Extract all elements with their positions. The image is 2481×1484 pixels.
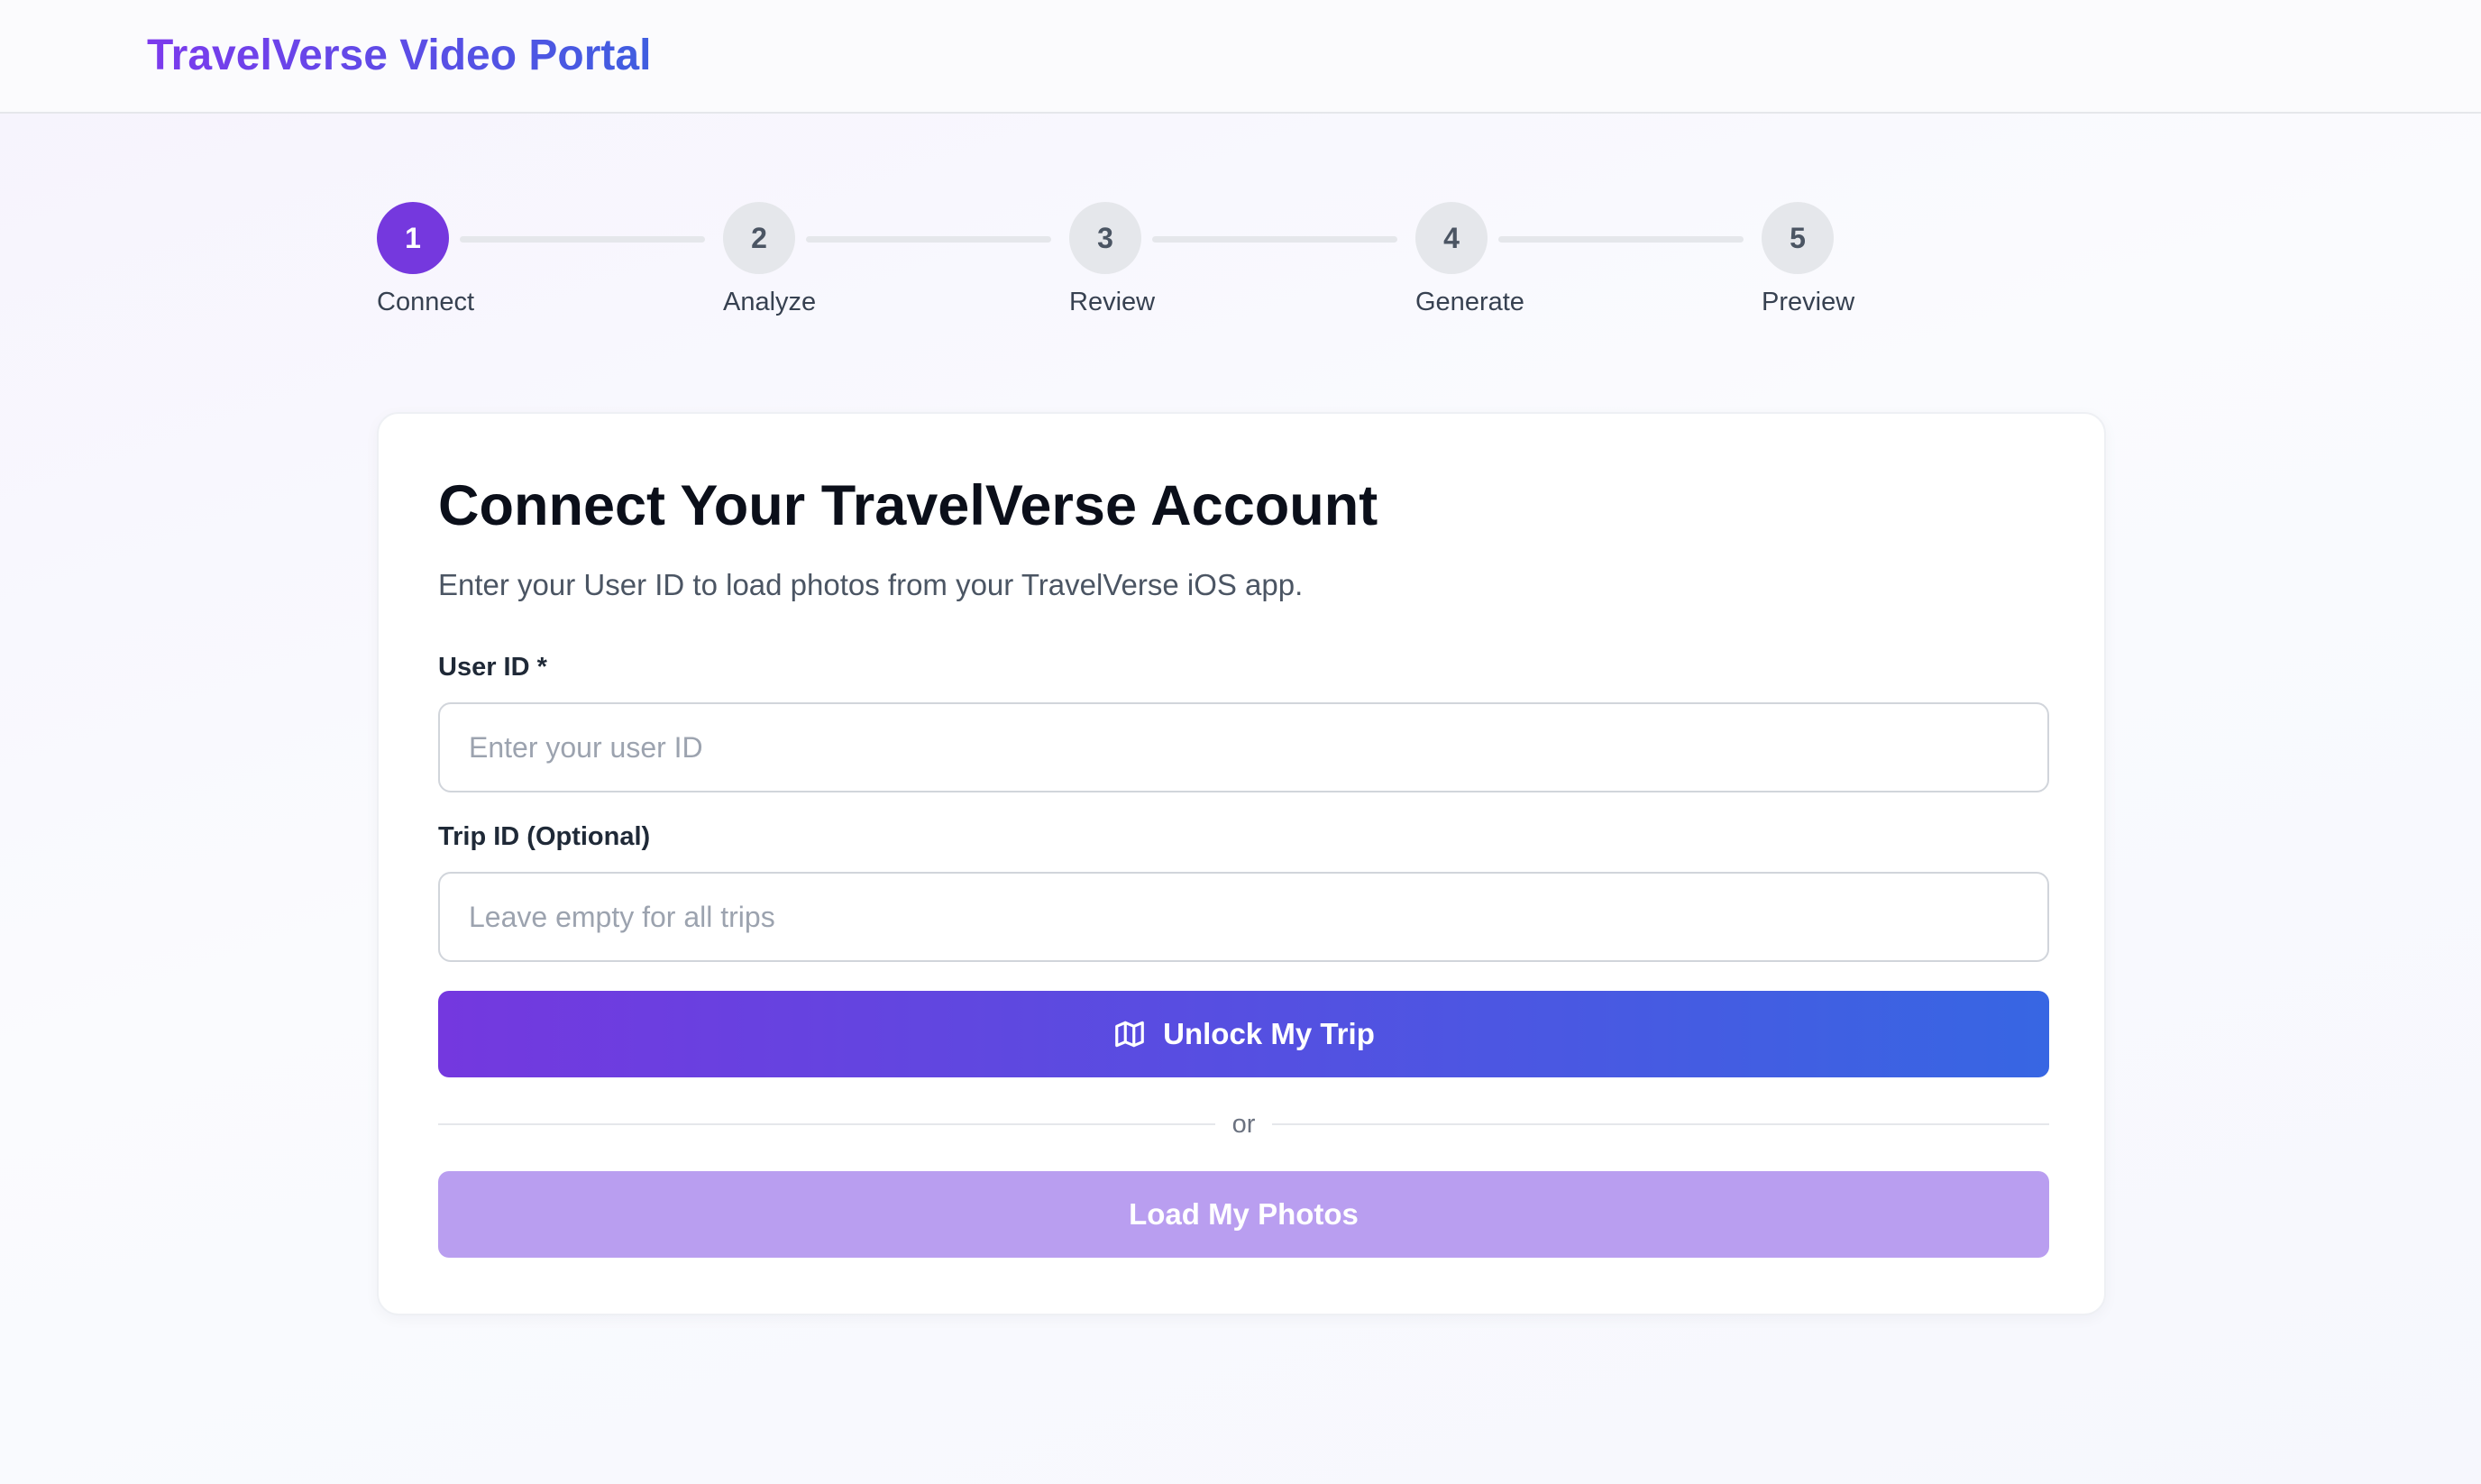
app-header: TravelVerse Video Portal <box>0 0 2481 114</box>
step-connector <box>1152 236 1397 243</box>
unlock-my-trip-button[interactable]: Unlock My Trip <box>438 991 2049 1077</box>
step-review: 3 Review <box>1069 202 1155 316</box>
load-my-photos-label: Load My Photos <box>1129 1197 1359 1231</box>
user-id-label: User ID * <box>438 653 547 682</box>
step-number: 4 <box>1415 202 1488 274</box>
user-id-input[interactable] <box>438 702 2049 792</box>
step-connector <box>460 236 705 243</box>
load-my-photos-button[interactable]: Load My Photos <box>438 1171 2049 1258</box>
step-preview: 5 Preview <box>1762 202 1854 316</box>
step-label: Analyze <box>723 288 817 316</box>
divider-line-right <box>1272 1123 2049 1125</box>
step-number: 2 <box>723 202 795 274</box>
unlock-my-trip-label: Unlock My Trip <box>1163 1017 1375 1050</box>
step-label: Generate <box>1415 288 1524 316</box>
step-connector <box>1498 236 1744 243</box>
step-label: Preview <box>1762 288 1855 316</box>
step-connect: 1 Connect <box>377 202 474 316</box>
step-number: 5 <box>1762 202 1834 274</box>
trip-id-label: Trip ID (Optional) <box>438 822 651 851</box>
page-subtitle: Enter your User ID to load photos from y… <box>438 568 1304 601</box>
step-connector <box>806 236 1051 243</box>
step-number: 3 <box>1069 202 1141 274</box>
trip-id-input[interactable] <box>438 872 2049 962</box>
page-title: Connect Your TravelVerse Account <box>438 474 1378 537</box>
or-divider: or <box>438 1106 2049 1142</box>
brand-title[interactable]: TravelVerse Video Portal <box>147 27 651 85</box>
progress-stepper: 1 Connect 2 Analyze 3 Review 4 Generate … <box>377 202 1909 328</box>
connect-account-card: Connect Your TravelVerse Account Enter y… <box>377 412 2106 1315</box>
step-label: Connect <box>377 288 475 316</box>
step-analyze: 2 Analyze <box>723 202 816 316</box>
step-label: Review <box>1069 288 1156 316</box>
step-generate: 4 Generate <box>1415 202 1524 316</box>
step-number: 1 <box>377 202 449 274</box>
map-icon <box>1112 1017 1147 1051</box>
